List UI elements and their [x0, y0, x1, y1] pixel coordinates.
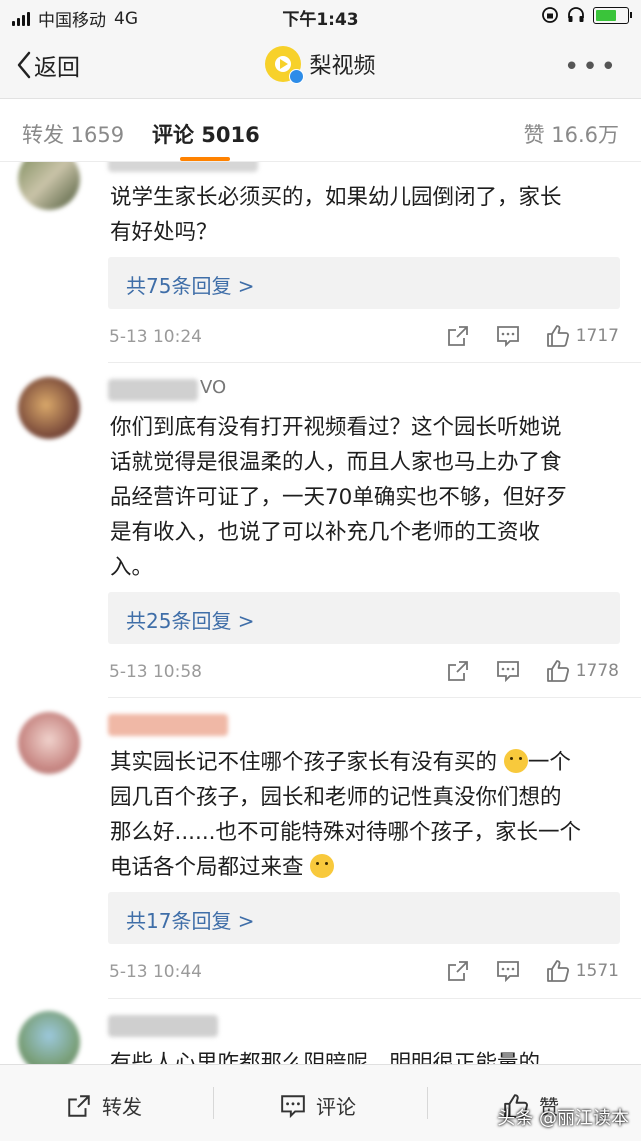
username[interactable] — [108, 162, 258, 172]
tab-likes[interactable]: 赞 16.6万 — [524, 119, 619, 149]
watermark: 头条 @丽江读本 — [497, 1108, 629, 1129]
comment-icon — [281, 1094, 305, 1118]
tab-active-indicator — [180, 157, 230, 161]
replies-box[interactable]: 共75条回复 > — [108, 257, 620, 309]
comment-text: 其实园长记不住哪个孩子家长有没有买的 一个 园几百个孩子，园长和老师的记性真没你… — [110, 749, 582, 880]
comment-button[interactable]: 评论 — [280, 1091, 356, 1120]
comment-label: 评论 — [316, 1095, 356, 1119]
status-bar: 中国移动 4G 下午1:43 — [0, 0, 641, 34]
comment-text: 说学生家长必须买的，如果幼儿园倒闭了，家长 有好处吗？ — [110, 185, 562, 245]
avatar[interactable] — [18, 377, 80, 439]
username[interactable] — [108, 1015, 218, 1037]
thumbs-up-icon — [546, 325, 569, 347]
comment-icon — [496, 661, 519, 683]
replies-link[interactable]: 共75条回复 > — [126, 270, 255, 299]
comment-time: 5-13 10:24 — [109, 327, 202, 347]
like-count: 1717 — [575, 326, 619, 346]
reply-button[interactable] — [496, 324, 520, 348]
avatar[interactable] — [18, 712, 80, 774]
battery-icon — [593, 6, 632, 24]
comment-text: 你们到底有没有打开视频看过？这个园长听她说 话就觉得是很温柔的人，而且人家也马上… — [110, 415, 568, 580]
orientation-lock-icon — [542, 7, 558, 23]
like-count: 1778 — [575, 661, 619, 681]
replies-link[interactable]: 共25条回复 > — [126, 605, 255, 634]
divider — [213, 1087, 214, 1119]
like-button[interactable]: 1778 — [546, 659, 619, 683]
like-button[interactable]: 1571 — [546, 959, 619, 983]
comment-text: 有些人心里咋都那么阴暗呢，明明很正能量的 — [110, 1051, 541, 1064]
username[interactable] — [108, 714, 228, 736]
replies-link[interactable]: 共17条回复 > — [126, 905, 255, 934]
share-icon — [447, 326, 468, 346]
avatar[interactable] — [18, 1011, 80, 1064]
verified-badge-icon — [289, 69, 305, 84]
like-button[interactable]: 1717 — [546, 324, 619, 348]
comment-icon — [496, 326, 519, 348]
comment-actions: 1717 — [446, 324, 619, 348]
replies-box[interactable]: 共17条回复 > — [108, 892, 620, 944]
divider — [108, 697, 641, 698]
comment-list[interactable]: 说学生家长必须买的，如果幼儿园倒闭了，家长 有好处吗？ 共75条回复 > 5-1… — [0, 162, 641, 1064]
thumbs-up-icon — [546, 960, 569, 982]
comment-time: 5-13 10:44 — [109, 962, 202, 982]
comment-actions: 1778 — [446, 659, 619, 683]
repost-button[interactable]: 转发 — [66, 1091, 142, 1120]
reply-button[interactable] — [496, 659, 520, 683]
comment-icon — [496, 961, 519, 983]
share-icon — [68, 1094, 90, 1117]
share-button[interactable] — [446, 659, 470, 683]
divider — [108, 362, 641, 363]
replies-box[interactable]: 共25条回复 > — [108, 592, 620, 644]
share-icon — [447, 661, 468, 681]
like-count: 1571 — [575, 961, 619, 981]
headphones-icon — [568, 7, 584, 22]
tab-comments[interactable]: 评论 5016 — [152, 119, 260, 149]
crying-laughing-emoji-icon — [503, 749, 528, 773]
divider — [427, 1087, 428, 1119]
repost-label: 转发 — [102, 1095, 142, 1119]
username-fragment: VO — [200, 377, 227, 398]
pear-video-logo — [265, 46, 305, 84]
thumbs-up-icon — [546, 660, 569, 682]
share-icon — [447, 961, 468, 981]
reply-button[interactable] — [496, 959, 520, 983]
share-button[interactable] — [446, 324, 470, 348]
comment-actions: 1571 — [446, 959, 619, 983]
comment-time: 5-13 10:58 — [109, 662, 202, 682]
status-right — [541, 6, 632, 24]
nav-bar: 返回 梨视频 ••• — [0, 34, 641, 99]
username[interactable] — [108, 379, 198, 401]
tab-repost[interactable]: 转发 1659 — [22, 119, 124, 149]
nav-title: 梨视频 — [309, 54, 376, 79]
flushed-emoji-icon — [310, 854, 335, 878]
divider — [108, 998, 641, 999]
avatar[interactable] — [18, 162, 80, 210]
nav-title-group[interactable]: 梨视频 — [0, 46, 641, 84]
tab-bar: 转发 1659 评论 5016 赞 16.6万 — [0, 99, 641, 162]
share-button[interactable] — [446, 959, 470, 983]
more-icon[interactable]: ••• — [564, 52, 619, 82]
